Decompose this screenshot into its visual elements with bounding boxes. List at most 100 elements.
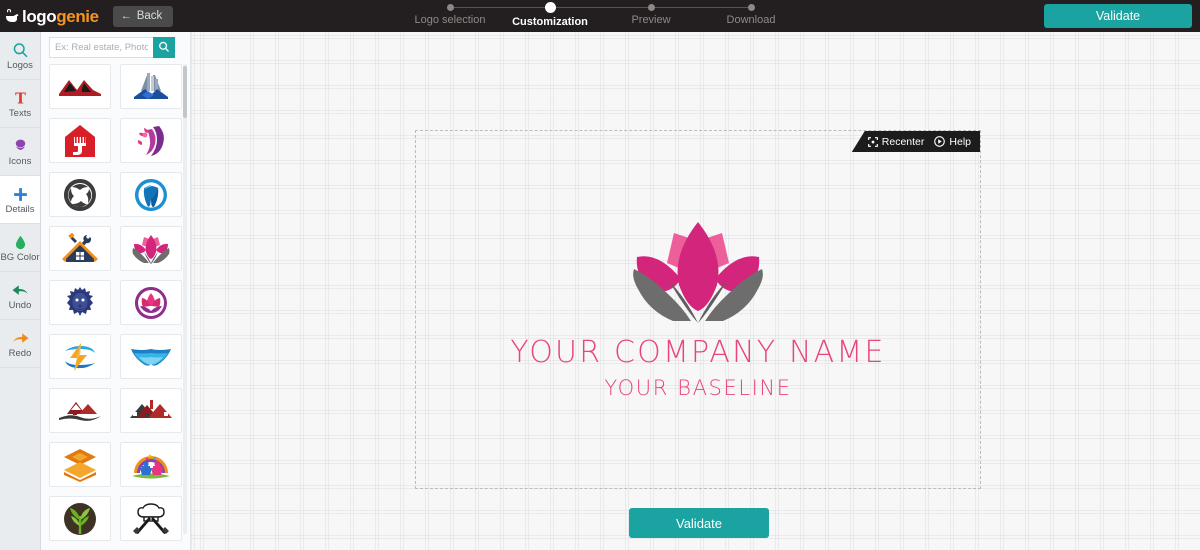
baseline-text[interactable]: YOUR BASELINE bbox=[416, 376, 980, 400]
sidebar-item-bg-color[interactable]: BG Color bbox=[0, 224, 40, 272]
step-dot bbox=[747, 4, 755, 11]
lotus-hands-icon bbox=[633, 222, 763, 323]
logo-thumbnail-lion-swirl[interactable] bbox=[49, 172, 111, 217]
sidebar-item-undo[interactable]: Undo bbox=[0, 272, 40, 320]
canvas-toolbar: Recenter Help bbox=[851, 131, 980, 152]
children-rainbow-icon bbox=[132, 454, 170, 478]
building-icon bbox=[134, 72, 168, 99]
sidebar-item-logos[interactable]: Logos bbox=[0, 32, 40, 80]
lion-head-icon bbox=[67, 286, 93, 316]
recenter-label: Recenter bbox=[881, 135, 925, 148]
sidebar-item-label: Redo bbox=[8, 347, 32, 359]
logo-thumbnail-red-roof-house[interactable] bbox=[120, 388, 182, 433]
step-dot bbox=[446, 4, 454, 11]
tool-rail: Logos T Texts Icons Details BG Color Und… bbox=[0, 32, 41, 550]
arrow-left-icon: ← bbox=[120, 9, 132, 22]
lion-swirl-icon bbox=[63, 178, 96, 211]
logo-thumbnail-city-building[interactable] bbox=[120, 64, 182, 109]
logo-thumbnail-lion-head[interactable] bbox=[49, 280, 111, 325]
validate-button-bottom[interactable]: Validate bbox=[629, 508, 769, 538]
logo-thumbnail-house-tools[interactable] bbox=[49, 226, 111, 271]
top-bar: logogenie ← Back Logo selection Customiz… bbox=[0, 0, 1200, 32]
thumbnail-scroll-area[interactable] bbox=[41, 62, 191, 550]
tree-circle-icon bbox=[64, 502, 96, 535]
thumbnail-scrollbar-thumb[interactable] bbox=[183, 66, 187, 118]
thumbnail-grid bbox=[41, 62, 191, 541]
step-dot bbox=[544, 2, 556, 13]
logo-thumbnail-wings[interactable] bbox=[120, 334, 182, 379]
roof-mountain-icon bbox=[59, 79, 101, 96]
redo-arrow-icon bbox=[11, 329, 30, 348]
help-button[interactable]: Help bbox=[934, 136, 971, 148]
logo-thumbnail-children-rainbow[interactable] bbox=[120, 442, 182, 487]
tooth-icon bbox=[134, 178, 167, 211]
logo-thumbnail-roof-mountain[interactable] bbox=[49, 64, 111, 109]
back-button-label: Back bbox=[136, 10, 163, 22]
back-button[interactable]: ← Back bbox=[112, 5, 174, 27]
step-progress: Logo selection Customization Preview Dow… bbox=[405, 0, 795, 32]
sidebar-item-label: Icons bbox=[8, 155, 32, 167]
logo-thumbnail-lotus-circle[interactable] bbox=[120, 280, 182, 325]
help-label: Help bbox=[949, 135, 971, 148]
logo-thumbnail-chef-knives[interactable] bbox=[120, 496, 182, 541]
search-input[interactable] bbox=[49, 36, 153, 58]
search-row bbox=[41, 32, 190, 62]
genie-lamp-icon bbox=[6, 9, 19, 23]
sidebar-item-label: Details bbox=[5, 203, 35, 215]
sidebar-item-redo[interactable]: Redo bbox=[0, 320, 40, 368]
logo-thumbnail-orange-layers[interactable] bbox=[49, 442, 111, 487]
step-label: Download bbox=[726, 14, 776, 26]
company-name-text[interactable]: YOUR COMPANY NAME bbox=[416, 335, 980, 370]
lotus-hands-icon bbox=[132, 234, 170, 264]
logo-thumbnail-house-paint[interactable] bbox=[49, 118, 111, 163]
recenter-button[interactable]: Recenter bbox=[867, 135, 925, 148]
sidebar-item-label: BG Color bbox=[0, 251, 40, 263]
text-t-icon: T bbox=[12, 89, 29, 108]
sidebar-item-icons[interactable]: Icons bbox=[0, 128, 40, 176]
sidebar-item-label: Undo bbox=[8, 299, 32, 311]
logo-thumbnail-lotus-hands[interactable] bbox=[120, 226, 182, 271]
logo-thumbnail-green-tree[interactable] bbox=[49, 496, 111, 541]
validate-button-top[interactable]: Validate bbox=[1044, 4, 1192, 28]
brand-word-one: logo bbox=[22, 6, 57, 26]
sidebar-item-label: Texts bbox=[8, 107, 32, 119]
logogenie-editor: logogenie ← Back Logo selection Customiz… bbox=[0, 0, 1200, 550]
logo-canvas[interactable]: Recenter Help YOUR COMPANY NAME YOUR BAS… bbox=[415, 130, 981, 489]
logo-thumbnail-lightning-bolt[interactable] bbox=[49, 334, 111, 379]
logo-artwork[interactable] bbox=[416, 219, 980, 325]
lightning-icon bbox=[65, 342, 95, 371]
logo-thumbnail-tooth-dental[interactable] bbox=[120, 172, 182, 217]
sidebar-item-texts[interactable]: T Texts bbox=[0, 80, 40, 128]
logo-thumbnail-hair-flower[interactable] bbox=[120, 118, 182, 163]
svg-text:T: T bbox=[15, 90, 26, 106]
logo-thumbnail-red-roof-wave[interactable] bbox=[49, 388, 111, 433]
brand-logo[interactable]: logogenie bbox=[6, 0, 99, 32]
droplet-icon bbox=[12, 233, 29, 252]
brand-wordmark: logogenie bbox=[22, 8, 99, 25]
sidebar-item-details[interactable]: Details bbox=[0, 176, 40, 224]
shapes-icon bbox=[12, 137, 29, 156]
search-icon bbox=[159, 41, 169, 52]
search-icon bbox=[12, 41, 29, 60]
red-roof-house-icon bbox=[130, 399, 172, 418]
workspace: Recenter Help YOUR COMPANY NAME YOUR BAS… bbox=[191, 32, 1200, 550]
undo-arrow-icon bbox=[11, 281, 30, 300]
step-download[interactable]: Download bbox=[691, 0, 811, 26]
play-circle-icon bbox=[934, 136, 946, 147]
recenter-crosshair-icon bbox=[867, 136, 878, 147]
house-tools-icon bbox=[62, 232, 98, 262]
sidebar-item-label: Logos bbox=[7, 59, 33, 71]
house-brush-icon bbox=[65, 124, 95, 157]
thumbnail-scrollbar-track[interactable] bbox=[183, 64, 187, 534]
step-dot bbox=[647, 4, 655, 11]
red-roof-wave-icon bbox=[59, 401, 101, 421]
chef-hat-knives-icon bbox=[133, 502, 169, 534]
plus-icon bbox=[12, 185, 29, 204]
hair-flower-icon bbox=[137, 125, 164, 156]
wings-icon bbox=[131, 348, 171, 366]
search-submit-button[interactable] bbox=[153, 36, 175, 58]
layers-icon bbox=[64, 448, 96, 482]
lotus-circle-icon bbox=[134, 286, 167, 319]
brand-word-two: genie bbox=[56, 6, 99, 26]
logo-thumbnail-panel bbox=[41, 32, 191, 550]
